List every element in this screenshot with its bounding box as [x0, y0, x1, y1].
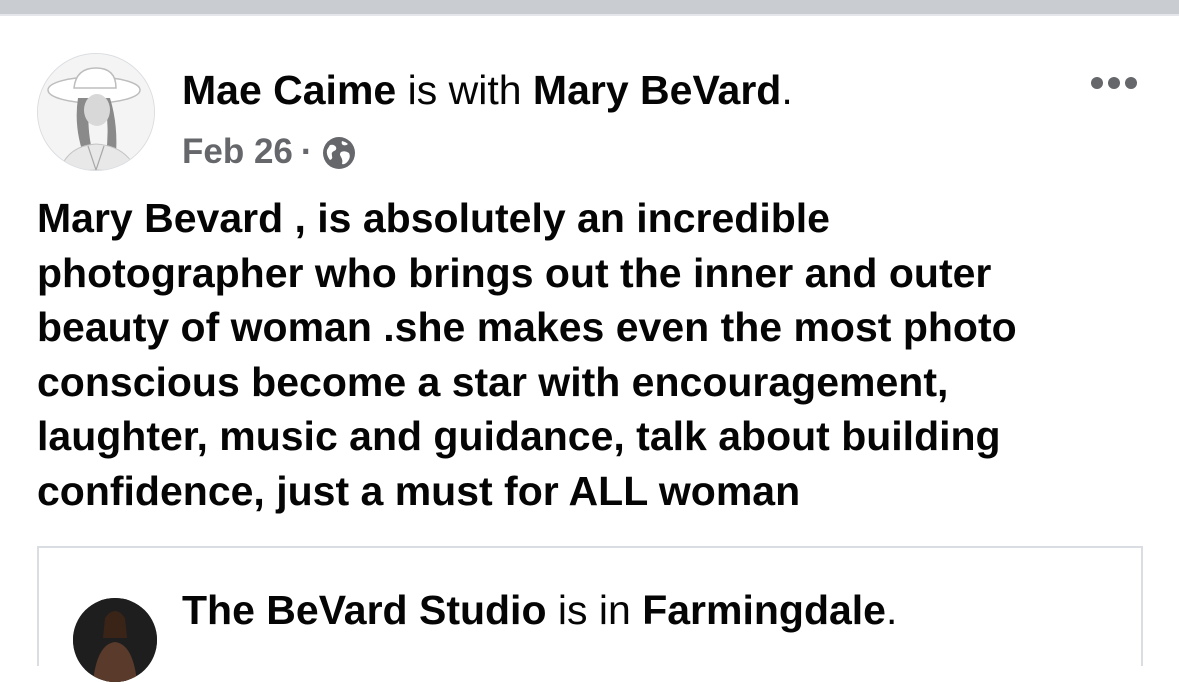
top-bar: [0, 0, 1179, 14]
post-header: Mae Caime is with Mary BeVard.: [182, 64, 793, 116]
more-options-dot: [1108, 77, 1120, 89]
location-link[interactable]: Farmingdale: [642, 587, 886, 633]
post-body-text: Mary Bevard , is absolutely an incredibl…: [37, 195, 1017, 514]
header-period: .: [781, 67, 793, 113]
in-text: is in: [546, 587, 643, 633]
author-avatar-photo: [38, 54, 154, 170]
shared-page-avatar[interactable]: [73, 598, 157, 682]
shared-post-header: The BeVard Studio is in Farmingdale.: [182, 584, 897, 636]
divider: [0, 14, 1179, 16]
more-options-dot: [1125, 77, 1137, 89]
shared-header-period: .: [885, 587, 898, 633]
meta-separator: ·: [300, 132, 313, 171]
post-meta: Feb 26 ·: [182, 129, 357, 175]
author-avatar[interactable]: [37, 53, 155, 171]
post-date-link[interactable]: Feb 26: [182, 129, 293, 175]
with-text: is with: [396, 67, 533, 113]
more-options-button[interactable]: [1085, 68, 1143, 98]
author-name-link[interactable]: Mae Caime: [182, 67, 396, 113]
tagged-user-link[interactable]: Mary BeVard: [533, 67, 781, 113]
globe-icon[interactable]: [321, 135, 357, 171]
shared-page-avatar-photo: [73, 598, 157, 682]
shared-page-name-link[interactable]: The BeVard Studio: [182, 587, 547, 633]
more-options-icon: [1091, 77, 1103, 89]
